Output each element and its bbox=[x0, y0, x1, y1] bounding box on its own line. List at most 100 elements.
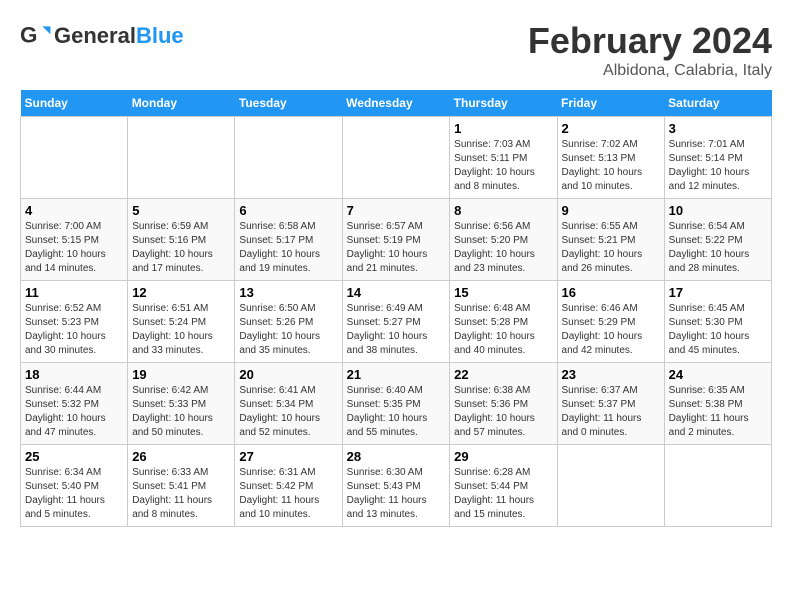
day-info: Sunrise: 6:49 AM Sunset: 5:27 PM Dayligh… bbox=[347, 302, 446, 358]
calendar-header: Sunday Monday Tuesday Wednesday Thursday… bbox=[21, 90, 772, 117]
calendar-cell: 25 Sunrise: 6:34 AM Sunset: 5:40 PM Dayli… bbox=[21, 445, 128, 527]
week-row: 18 Sunrise: 6:44 AM Sunset: 5:32 PM Dayli… bbox=[21, 363, 772, 445]
logo: G GeneralBlue bbox=[20, 20, 184, 52]
calendar-body: 1 Sunrise: 7:03 AM Sunset: 5:11 PM Daylig… bbox=[21, 117, 772, 527]
day-number: 27 bbox=[239, 449, 337, 464]
calendar-cell: 17 Sunrise: 6:45 AM Sunset: 5:30 PM Dayli… bbox=[664, 281, 771, 363]
calendar-cell: 18 Sunrise: 6:44 AM Sunset: 5:32 PM Dayli… bbox=[21, 363, 128, 445]
calendar-cell: 8 Sunrise: 6:56 AM Sunset: 5:20 PM Daylig… bbox=[450, 199, 557, 281]
day-info: Sunrise: 7:02 AM Sunset: 5:13 PM Dayligh… bbox=[562, 138, 660, 194]
calendar-cell: 13 Sunrise: 6:50 AM Sunset: 5:26 PM Dayli… bbox=[235, 281, 342, 363]
svg-text:G: G bbox=[20, 22, 37, 47]
day-number: 2 bbox=[562, 121, 660, 136]
day-info: Sunrise: 6:34 AM Sunset: 5:40 PM Dayligh… bbox=[25, 466, 123, 522]
day-info: Sunrise: 6:59 AM Sunset: 5:16 PM Dayligh… bbox=[132, 220, 230, 276]
calendar-cell: 10 Sunrise: 6:54 AM Sunset: 5:22 PM Dayli… bbox=[664, 199, 771, 281]
day-number: 29 bbox=[454, 449, 552, 464]
day-number: 8 bbox=[454, 203, 552, 218]
calendar-cell: 12Sunrise: 6:51 AM Sunset: 5:24 PM Dayli… bbox=[128, 281, 235, 363]
location-title: Albidona, Calabria, Italy bbox=[528, 62, 772, 80]
calendar-cell: 3Sunrise: 7:01 AM Sunset: 5:14 PM Daylig… bbox=[664, 117, 771, 199]
day-info: Sunrise: 6:55 AM Sunset: 5:21 PM Dayligh… bbox=[562, 220, 660, 276]
day-number: 19 bbox=[132, 367, 230, 382]
day-number: 10 bbox=[669, 203, 767, 218]
day-info: Sunrise: 7:03 AM Sunset: 5:11 PM Dayligh… bbox=[454, 138, 552, 194]
week-row: 1 Sunrise: 7:03 AM Sunset: 5:11 PM Daylig… bbox=[21, 117, 772, 199]
calendar-cell: 23Sunrise: 6:37 AM Sunset: 5:37 PM Dayli… bbox=[557, 363, 664, 445]
calendar-cell bbox=[342, 117, 450, 199]
calendar-cell bbox=[664, 445, 771, 527]
calendar-table: Sunday Monday Tuesday Wednesday Thursday… bbox=[20, 90, 772, 527]
day-info: Sunrise: 7:01 AM Sunset: 5:14 PM Dayligh… bbox=[669, 138, 767, 194]
calendar-cell bbox=[21, 117, 128, 199]
calendar-cell: 29 Sunrise: 6:28 AM Sunset: 5:44 PM Dayli… bbox=[450, 445, 557, 527]
calendar-cell: 26Sunrise: 6:33 AM Sunset: 5:41 PM Dayli… bbox=[128, 445, 235, 527]
calendar-cell: 22 Sunrise: 6:38 AM Sunset: 5:36 PM Dayli… bbox=[450, 363, 557, 445]
day-number: 24 bbox=[669, 367, 767, 382]
day-info: Sunrise: 6:56 AM Sunset: 5:20 PM Dayligh… bbox=[454, 220, 552, 276]
logo-icon: G bbox=[20, 20, 52, 52]
day-info: Sunrise: 6:46 AM Sunset: 5:29 PM Dayligh… bbox=[562, 302, 660, 358]
day-number: 16 bbox=[562, 285, 660, 300]
col-friday: Friday bbox=[557, 90, 664, 117]
day-info: Sunrise: 6:40 AM Sunset: 5:35 PM Dayligh… bbox=[347, 384, 446, 440]
calendar-cell: 6 Sunrise: 6:58 AM Sunset: 5:17 PM Daylig… bbox=[235, 199, 342, 281]
day-number: 9 bbox=[562, 203, 660, 218]
calendar-cell: 24 Sunrise: 6:35 AM Sunset: 5:38 PM Dayli… bbox=[664, 363, 771, 445]
calendar-cell: 15 Sunrise: 6:48 AM Sunset: 5:28 PM Dayli… bbox=[450, 281, 557, 363]
day-number: 15 bbox=[454, 285, 552, 300]
day-info: Sunrise: 6:42 AM Sunset: 5:33 PM Dayligh… bbox=[132, 384, 230, 440]
day-info: Sunrise: 6:28 AM Sunset: 5:44 PM Dayligh… bbox=[454, 466, 552, 522]
week-row: 11Sunrise: 6:52 AM Sunset: 5:23 PM Dayli… bbox=[21, 281, 772, 363]
week-row: 4 Sunrise: 7:00 AM Sunset: 5:15 PM Daylig… bbox=[21, 199, 772, 281]
day-info: Sunrise: 6:30 AM Sunset: 5:43 PM Dayligh… bbox=[347, 466, 446, 522]
day-number: 22 bbox=[454, 367, 552, 382]
calendar-cell: 11Sunrise: 6:52 AM Sunset: 5:23 PM Dayli… bbox=[21, 281, 128, 363]
col-thursday: Thursday bbox=[450, 90, 557, 117]
page-header: G GeneralBlue February 2024 Albidona, Ca… bbox=[20, 20, 772, 80]
calendar-cell: 4 Sunrise: 7:00 AM Sunset: 5:15 PM Daylig… bbox=[21, 199, 128, 281]
calendar-cell bbox=[557, 445, 664, 527]
day-info: Sunrise: 6:48 AM Sunset: 5:28 PM Dayligh… bbox=[454, 302, 552, 358]
calendar-cell: 1 Sunrise: 7:03 AM Sunset: 5:11 PM Daylig… bbox=[450, 117, 557, 199]
day-info: Sunrise: 6:41 AM Sunset: 5:34 PM Dayligh… bbox=[239, 384, 337, 440]
calendar-cell: 9 Sunrise: 6:55 AM Sunset: 5:21 PM Daylig… bbox=[557, 199, 664, 281]
day-number: 13 bbox=[239, 285, 337, 300]
header-row: Sunday Monday Tuesday Wednesday Thursday… bbox=[21, 90, 772, 117]
day-number: 25 bbox=[25, 449, 123, 464]
day-info: Sunrise: 6:52 AM Sunset: 5:23 PM Dayligh… bbox=[25, 302, 123, 358]
day-number: 18 bbox=[25, 367, 123, 382]
day-info: Sunrise: 7:00 AM Sunset: 5:15 PM Dayligh… bbox=[25, 220, 123, 276]
day-number: 4 bbox=[25, 203, 123, 218]
col-monday: Monday bbox=[128, 90, 235, 117]
day-info: Sunrise: 6:54 AM Sunset: 5:22 PM Dayligh… bbox=[669, 220, 767, 276]
col-wednesday: Wednesday bbox=[342, 90, 450, 117]
day-number: 21 bbox=[347, 367, 446, 382]
calendar-cell: 14 Sunrise: 6:49 AM Sunset: 5:27 PM Dayli… bbox=[342, 281, 450, 363]
day-number: 12 bbox=[132, 285, 230, 300]
day-info: Sunrise: 6:44 AM Sunset: 5:32 PM Dayligh… bbox=[25, 384, 123, 440]
day-info: Sunrise: 6:50 AM Sunset: 5:26 PM Dayligh… bbox=[239, 302, 337, 358]
day-number: 17 bbox=[669, 285, 767, 300]
day-number: 1 bbox=[454, 121, 552, 136]
logo-general: General bbox=[54, 23, 136, 49]
day-info: Sunrise: 6:38 AM Sunset: 5:36 PM Dayligh… bbox=[454, 384, 552, 440]
logo-blue: Blue bbox=[136, 23, 184, 49]
day-info: Sunrise: 6:31 AM Sunset: 5:42 PM Dayligh… bbox=[239, 466, 337, 522]
calendar-cell: 20Sunrise: 6:41 AM Sunset: 5:34 PM Dayli… bbox=[235, 363, 342, 445]
day-number: 23 bbox=[562, 367, 660, 382]
calendar-cell: 7Sunrise: 6:57 AM Sunset: 5:19 PM Daylig… bbox=[342, 199, 450, 281]
calendar-cell: 21 Sunrise: 6:40 AM Sunset: 5:35 PM Dayli… bbox=[342, 363, 450, 445]
day-number: 6 bbox=[239, 203, 337, 218]
day-info: Sunrise: 6:45 AM Sunset: 5:30 PM Dayligh… bbox=[669, 302, 767, 358]
month-title: February 2024 bbox=[528, 20, 772, 62]
week-row: 25 Sunrise: 6:34 AM Sunset: 5:40 PM Dayli… bbox=[21, 445, 772, 527]
col-tuesday: Tuesday bbox=[235, 90, 342, 117]
day-info: Sunrise: 6:35 AM Sunset: 5:38 PM Dayligh… bbox=[669, 384, 767, 440]
calendar-cell: 19 Sunrise: 6:42 AM Sunset: 5:33 PM Dayli… bbox=[128, 363, 235, 445]
day-info: Sunrise: 6:57 AM Sunset: 5:19 PM Dayligh… bbox=[347, 220, 446, 276]
day-number: 14 bbox=[347, 285, 446, 300]
day-info: Sunrise: 6:58 AM Sunset: 5:17 PM Dayligh… bbox=[239, 220, 337, 276]
title-section: February 2024 Albidona, Calabria, Italy bbox=[528, 20, 772, 80]
calendar-cell: 27 Sunrise: 6:31 AM Sunset: 5:42 PM Dayli… bbox=[235, 445, 342, 527]
